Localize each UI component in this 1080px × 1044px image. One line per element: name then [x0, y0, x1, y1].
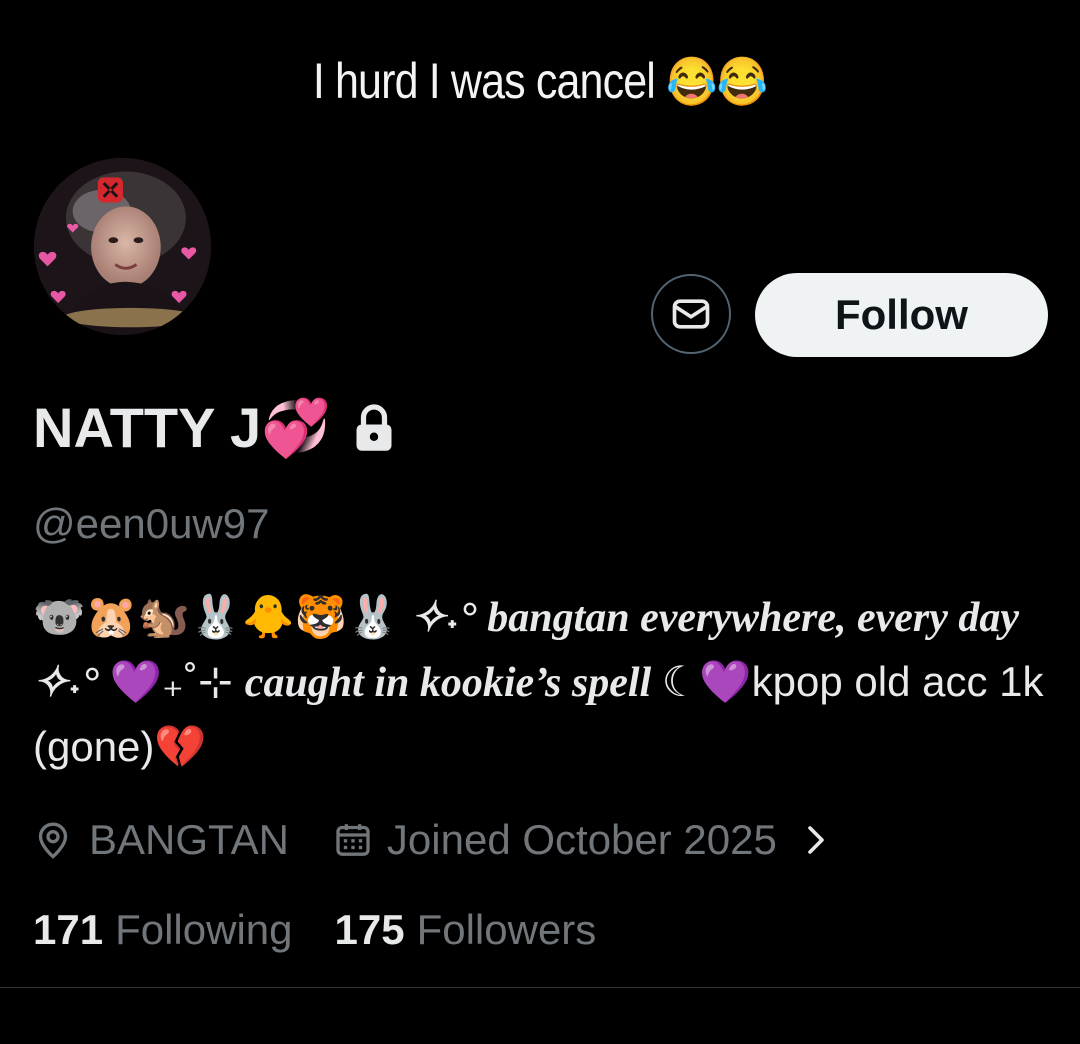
profile-handle: @een0uw97 — [33, 500, 270, 547]
joined-date-text: Joined October 2025 — [386, 816, 777, 863]
following-link[interactable]: 171 Following — [33, 906, 293, 954]
followers-label: Followers — [416, 906, 597, 953]
follow-button[interactable]: Follow — [755, 273, 1048, 357]
bio-emojis: 🐨🐹🐿️🐰🐥🐯🐰 — [33, 593, 411, 640]
location-pin-icon — [38, 822, 68, 859]
chevron-right-icon — [808, 826, 824, 854]
profile-avatar[interactable] — [31, 155, 214, 338]
following-count: 171 — [33, 906, 104, 953]
profile-stats-row: 171 Following 175 Followers — [33, 900, 596, 960]
bio-heart-1: 💜₊˚⊹ — [109, 658, 245, 705]
message-button[interactable] — [651, 274, 731, 354]
calendar-icon — [336, 824, 370, 856]
followers-count: 175 — [334, 906, 405, 953]
lock-icon — [356, 404, 392, 451]
envelope-icon — [672, 299, 710, 329]
banner-caption: I hurd I was cancel 😂😂 — [76, 52, 1005, 110]
avatar-image — [34, 158, 211, 335]
profile-name-row: NATTY J💞 — [33, 392, 395, 464]
profile-meta-row: BANGTAN Joined October 2025 — [33, 810, 829, 870]
following-label: Following — [115, 906, 293, 953]
bio-fancy-text-2: caught in kookie’s spell — [244, 660, 662, 706]
followers-link[interactable]: 175 Followers — [335, 906, 597, 954]
profile-bio: 🐨🐹🐿️🐰🐥🐯🐰 ✧˖° bangtan everywhere, every d… — [33, 585, 1053, 779]
section-divider — [0, 987, 1080, 988]
banner-text: I hurd I was cancel — [312, 53, 656, 109]
location-text: BANGTAN — [89, 816, 289, 863]
location-item: BANGTAN — [33, 816, 289, 864]
banner-emoji: 😂😂 — [666, 56, 768, 109]
joined-date-item[interactable]: Joined October 2025 — [333, 816, 829, 864]
display-name: NATTY J💞 — [33, 396, 331, 459]
